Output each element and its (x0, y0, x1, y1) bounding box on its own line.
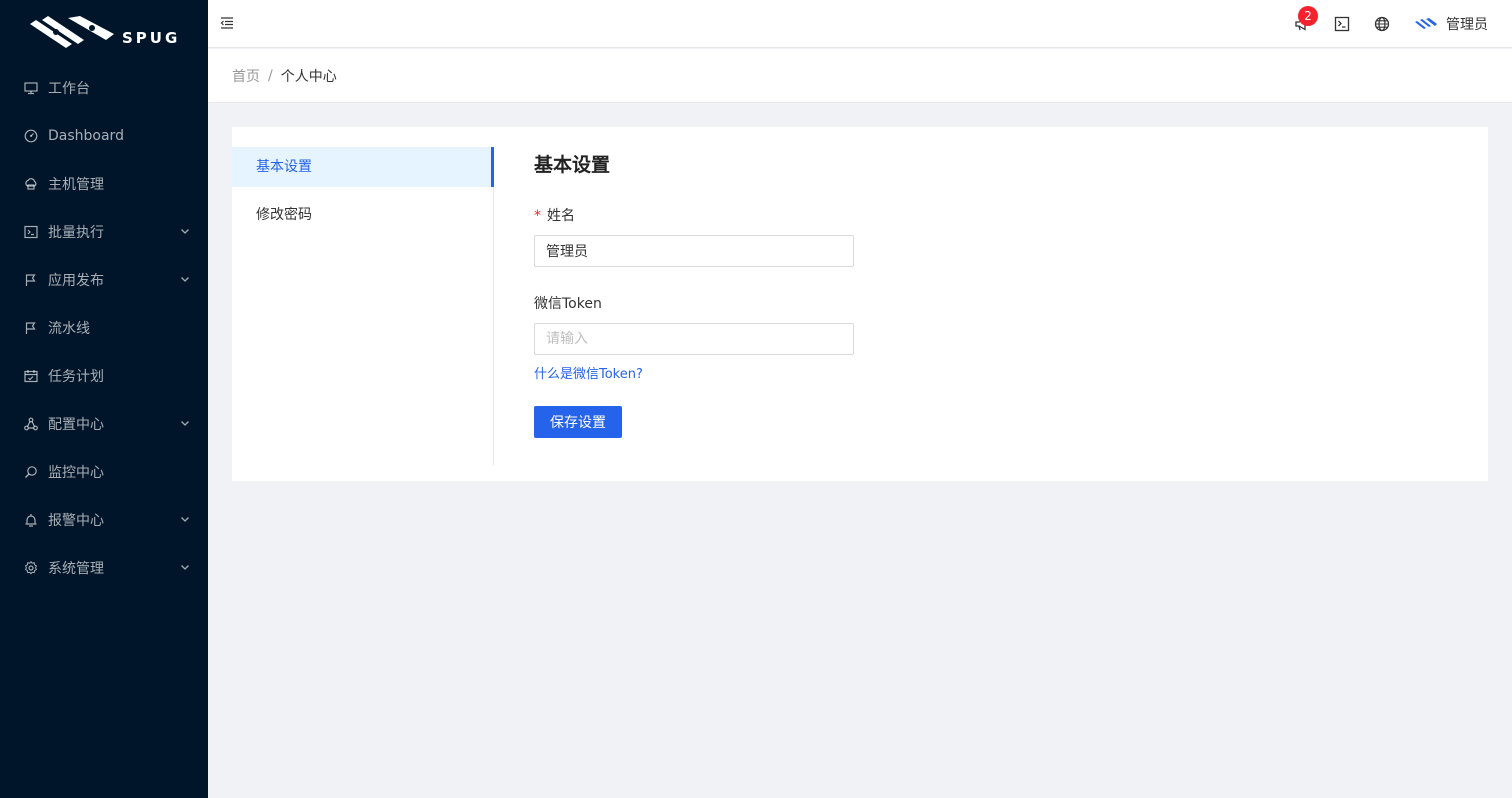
settings-tab-password[interactable]: 修改密码 (232, 195, 493, 235)
token-label: 微信Token (534, 296, 602, 312)
avatar (1415, 18, 1437, 29)
sidebar-item-label: 批量执行 (48, 225, 104, 241)
terminal-icon (24, 225, 38, 239)
notification-badge: 2 (1298, 6, 1318, 26)
user-name: 管理员 (1446, 17, 1488, 33)
sidebar-item-label: 工作台 (48, 81, 90, 97)
monitor-search-icon (24, 465, 38, 479)
sidebar-item-label: 应用发布 (48, 273, 104, 289)
sidebar-item-label: 系统管理 (48, 561, 104, 577)
sidebar-item-batch-exec[interactable]: 批量执行 (0, 208, 208, 256)
required-mark: * (534, 208, 541, 224)
alert-icon (24, 513, 38, 527)
breadcrumb-separator: / (268, 67, 273, 84)
sidebar-menu: 工作台 Dashboard 主机管理 批量执行 应用发布 流水线 任务计划 配置… (0, 64, 208, 592)
flag-icon (24, 321, 38, 335)
sidebar: SPUG 工作台 Dashboard 主机管理 批量执行 应用发布 流水线 任务… (0, 0, 208, 798)
chevron-down-icon (181, 229, 189, 234)
breadcrumb: 首页 / 个人中心 (208, 49, 1512, 103)
spug-logo[interactable]: SPUG (28, 14, 183, 50)
spug-logo-icon (30, 16, 114, 48)
sidebar-item-system-management[interactable]: 系统管理 (0, 544, 208, 592)
section-title: 基本设置 (534, 154, 611, 176)
sidebar-item-label: 报警中心 (48, 513, 104, 529)
schedule-icon (24, 369, 38, 383)
terminal-icon[interactable] (1334, 16, 1350, 32)
menu-fold-icon[interactable] (220, 16, 234, 30)
settings-content: 基本设置 * 姓名 微信Token 什么是微信Token? 保存设置 (534, 151, 1034, 438)
sidebar-item-workbench[interactable]: 工作台 (0, 64, 208, 112)
breadcrumb-current: 个人中心 (280, 68, 337, 85)
sidebar-item-monitor-center[interactable]: 监控中心 (0, 448, 208, 496)
breadcrumb-home[interactable]: 首页 (232, 66, 260, 86)
sidebar-item-label: 监控中心 (48, 465, 104, 481)
top-header: 2 管理员 (208, 0, 1512, 48)
user-menu[interactable]: 管理员 (1414, 12, 1488, 36)
chevron-down-icon (181, 421, 189, 426)
sidebar-item-label: 任务计划 (48, 369, 104, 385)
sidebar-item-label: Dashboard (48, 128, 124, 144)
wechat-token-help-link[interactable]: 什么是微信Token? (534, 363, 1034, 382)
sidebar-item-label: 流水线 (48, 321, 90, 337)
save-settings-button[interactable]: 保存设置 (534, 406, 622, 438)
sidebar-item-label: 配置中心 (48, 417, 104, 433)
sidebar-item-task-schedule[interactable]: 任务计划 (0, 352, 208, 400)
name-label-text: 姓名 (547, 208, 575, 224)
settings-menu: 基本设置 修改密码 (232, 147, 494, 465)
setting-icon (24, 561, 38, 575)
sidebar-item-label: 主机管理 (48, 177, 104, 193)
logo-text: SPUG (122, 29, 181, 47)
globe-icon[interactable] (1374, 16, 1390, 32)
chevron-down-icon (181, 517, 189, 522)
chevron-down-icon (181, 565, 189, 570)
name-input[interactable] (534, 235, 854, 267)
desktop-icon (24, 81, 38, 95)
sidebar-item-app-release[interactable]: 应用发布 (0, 256, 208, 304)
sidebar-item-pipeline[interactable]: 流水线 (0, 304, 208, 352)
chevron-down-icon (181, 277, 189, 282)
sidebar-item-config-center[interactable]: 配置中心 (0, 400, 208, 448)
deployment-unit-icon (24, 417, 38, 431)
sidebar-item-alarm-center[interactable]: 报警中心 (0, 496, 208, 544)
cloud-server-icon (24, 177, 38, 191)
name-label: * 姓名 (534, 205, 1034, 227)
sidebar-item-dashboard[interactable]: Dashboard (0, 112, 208, 160)
wechat-token-input[interactable] (534, 323, 854, 355)
dashboard-icon (24, 129, 38, 143)
profile-card: 基本设置 修改密码 基本设置 * 姓名 微信Token 什么是微信Token? 保… (232, 127, 1488, 481)
sidebar-item-host-management[interactable]: 主机管理 (0, 160, 208, 208)
settings-tab-basic[interactable]: 基本设置 (232, 147, 494, 187)
flag-icon (24, 273, 38, 287)
